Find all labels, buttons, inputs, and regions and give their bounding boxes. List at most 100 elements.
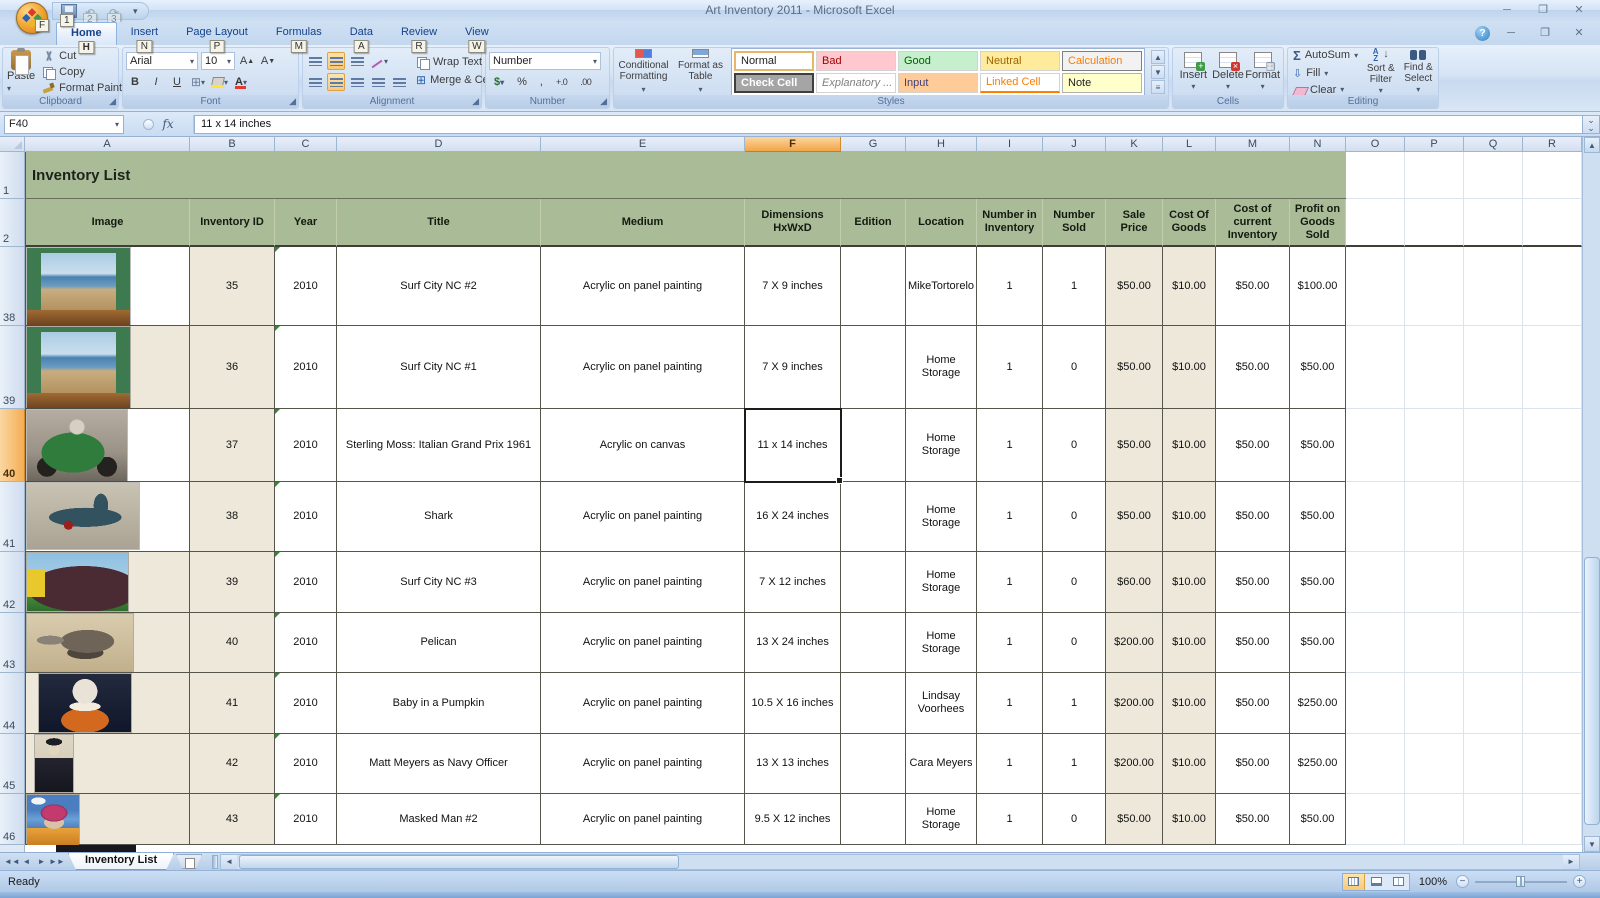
cell-N46[interactable]: $50.00	[1290, 794, 1346, 845]
cell-F46[interactable]: 9.5 X 12 inches	[745, 794, 841, 845]
cell-R44[interactable]	[1523, 673, 1582, 734]
copy-button[interactable]: Copy	[40, 65, 134, 79]
cell-R46[interactable]	[1523, 794, 1582, 845]
cell-K44[interactable]: $200.00	[1106, 673, 1163, 734]
cell-N41[interactable]: $50.00	[1290, 482, 1346, 552]
column-header-L[interactable]: L	[1163, 137, 1216, 152]
cell-C46[interactable]: 2010	[275, 794, 337, 845]
cell-E44[interactable]: Acrylic on panel painting	[541, 673, 745, 734]
cell-G43[interactable]	[841, 613, 906, 673]
previous-sheet-icon[interactable]: ◄	[19, 855, 34, 869]
cell-P39[interactable]	[1405, 326, 1464, 409]
zoom-out-icon[interactable]: −	[1456, 875, 1469, 888]
cell-C43[interactable]: 2010	[275, 613, 337, 673]
fill-color-button[interactable]: ▾	[210, 73, 229, 91]
cell-H41[interactable]: Home Storage	[906, 482, 977, 552]
cell-B38[interactable]: 35	[190, 247, 275, 326]
table-header-H[interactable]: Location	[906, 199, 977, 247]
cell-E42[interactable]: Acrylic on panel painting	[541, 552, 745, 613]
horizontal-scroll-thumb[interactable]	[239, 855, 679, 869]
cell-R42[interactable]	[1523, 552, 1582, 613]
first-sheet-icon[interactable]: ◄◄	[4, 855, 19, 869]
cell-F44[interactable]: 10.5 X 16 inches	[745, 673, 841, 734]
column-header-Q[interactable]: Q	[1464, 137, 1523, 152]
column-header-K[interactable]: K	[1106, 137, 1163, 152]
font-color-button[interactable]: A▾	[232, 73, 250, 91]
column-header-M[interactable]: M	[1216, 137, 1290, 152]
cell-N39[interactable]: $50.00	[1290, 326, 1346, 409]
cell-A45[interactable]	[25, 734, 190, 794]
gallery-down-icon[interactable]: ▼	[1151, 65, 1165, 79]
cell-O43[interactable]	[1346, 613, 1405, 673]
cell-N42[interactable]: $50.00	[1290, 552, 1346, 613]
style-good[interactable]: Good	[898, 51, 978, 71]
cell-K39[interactable]: $50.00	[1106, 326, 1163, 409]
cell-F39[interactable]: 7 X 9 inches	[745, 326, 841, 409]
cell-O46[interactable]	[1346, 794, 1405, 845]
number-format-select[interactable]: Number▾	[489, 52, 601, 70]
cell-Q45[interactable]	[1464, 734, 1523, 794]
cell-A38[interactable]	[25, 247, 190, 326]
cell-R43[interactable]	[1523, 613, 1582, 673]
cell-I42[interactable]: 1	[977, 552, 1043, 613]
cell-O41[interactable]	[1346, 482, 1405, 552]
cell-P1[interactable]	[1405, 152, 1464, 199]
column-header-B[interactable]: B	[190, 137, 275, 152]
cell-K45[interactable]: $200.00	[1106, 734, 1163, 794]
row-header-42[interactable]: 42	[0, 552, 25, 613]
cell-P38[interactable]	[1405, 247, 1464, 326]
cell-H42[interactable]: Home Storage	[906, 552, 977, 613]
align-center-button[interactable]	[327, 73, 345, 91]
cell-H38[interactable]: MikeTortorelo	[906, 247, 977, 326]
horizontal-scrollbar[interactable]: ◄ ►	[220, 854, 1580, 870]
cell-L41[interactable]: $10.00	[1163, 482, 1216, 552]
cell-K42[interactable]: $60.00	[1106, 552, 1163, 613]
cell-O39[interactable]	[1346, 326, 1405, 409]
scroll-right-icon[interactable]: ►	[1563, 855, 1579, 869]
cell-H46[interactable]: Home Storage	[906, 794, 977, 845]
cell-R1[interactable]	[1523, 152, 1582, 199]
comma-style-button[interactable]: ,	[535, 73, 548, 91]
cell-H39[interactable]: Home Storage	[906, 326, 977, 409]
cell-R38[interactable]	[1523, 247, 1582, 326]
cell-L38[interactable]: $10.00	[1163, 247, 1216, 326]
column-header-I[interactable]: I	[977, 137, 1043, 152]
cell-H44[interactable]: Lindsay Voorhees	[906, 673, 977, 734]
style-explanatory[interactable]: Explanatory ...	[816, 73, 896, 93]
cell-A43[interactable]	[25, 613, 190, 673]
cell-M44[interactable]: $50.00	[1216, 673, 1290, 734]
cell-D38[interactable]: Surf City NC #2	[337, 247, 541, 326]
cell-M43[interactable]: $50.00	[1216, 613, 1290, 673]
increase-indent-button[interactable]	[390, 73, 408, 91]
cell-Q40[interactable]	[1464, 409, 1523, 482]
cell-C41[interactable]: 2010	[275, 482, 337, 552]
cell-D45[interactable]: Matt Meyers as Navy Officer	[337, 734, 541, 794]
format-cells-button[interactable]: ▦Format▾	[1246, 52, 1280, 91]
dialog-launcher-icon[interactable]: ◢	[109, 95, 116, 108]
vertical-scrollbar[interactable]: ▲ ▼	[1582, 137, 1600, 852]
zoom-level[interactable]: 100%	[1416, 876, 1450, 888]
normal-view-button[interactable]	[1343, 874, 1365, 890]
zoom-slider[interactable]	[1475, 875, 1567, 888]
row-header-45[interactable]: 45	[0, 734, 25, 794]
cell-C42[interactable]: 2010	[275, 552, 337, 613]
decrease-indent-button[interactable]	[369, 73, 387, 91]
cell-E39[interactable]: Acrylic on panel painting	[541, 326, 745, 409]
cell-A42[interactable]	[25, 552, 190, 613]
cell-M45[interactable]: $50.00	[1216, 734, 1290, 794]
dialog-launcher-icon[interactable]: ◢	[289, 95, 296, 108]
tab-view[interactable]: ViewW	[451, 22, 503, 45]
cell-G40[interactable]	[841, 409, 906, 482]
cell-M41[interactable]: $50.00	[1216, 482, 1290, 552]
cell-A41[interactable]	[25, 482, 190, 552]
cell-K41[interactable]: $50.00	[1106, 482, 1163, 552]
cell-J40[interactable]: 0	[1043, 409, 1106, 482]
cell-O38[interactable]	[1346, 247, 1405, 326]
cell-J39[interactable]: 0	[1043, 326, 1106, 409]
cell-D41[interactable]: Shark	[337, 482, 541, 552]
cell-G38[interactable]	[841, 247, 906, 326]
sheet-tab-inventory-list[interactable]: Inventory List	[68, 853, 174, 870]
cell-E41[interactable]: Acrylic on panel painting	[541, 482, 745, 552]
cell-B42[interactable]: 39	[190, 552, 275, 613]
next-sheet-icon[interactable]: ►	[34, 855, 49, 869]
